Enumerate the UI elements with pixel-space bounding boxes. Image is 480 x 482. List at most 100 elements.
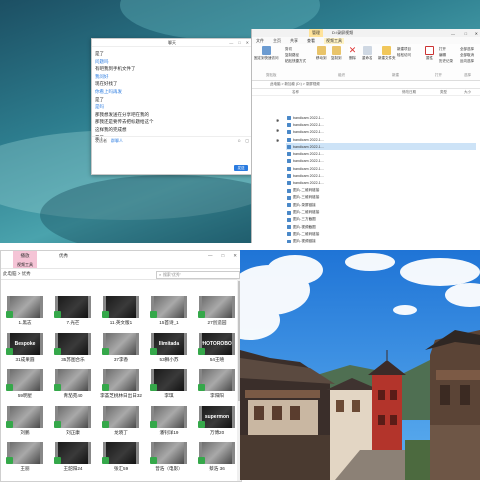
open-button[interactable]: 打开 — [439, 47, 446, 52]
ribbon: 固定到快速访问 剪切 复制路径 粘贴快捷方式 移动到 复制到 ✕ 删除 重命名 新… — [252, 44, 480, 81]
cut-button[interactable]: 剪切 — [285, 47, 292, 52]
file-row[interactable]: 图片-视频截图 — [286, 223, 476, 230]
file-row[interactable]: 图片-二维码链接 — [286, 231, 476, 238]
file-row[interactable]: 图片-二维码链接 — [286, 209, 476, 216]
video-tile[interactable]: 59明星 — [4, 369, 46, 403]
file-row[interactable]: bandicam 2022-1... — [286, 150, 476, 157]
new-folder-button[interactable]: 新建文件夹 — [378, 46, 396, 61]
video-tile[interactable]: 刘鹏 — [4, 405, 46, 440]
paste-shortcut-button[interactable]: 粘贴快捷方式 — [285, 59, 306, 64]
maximize-icon[interactable]: □ — [238, 40, 240, 45]
tab-view[interactable]: 查看 — [307, 38, 315, 44]
file-row[interactable]: 图片-二维码链接 — [286, 187, 476, 194]
search-input[interactable]: ⌕ 搜索"优秀" — [156, 271, 240, 279]
video-tile[interactable]: supermon 万傅20 — [196, 405, 238, 440]
maximize-icon[interactable]: □ — [222, 253, 225, 259]
column-name[interactable]: 名称 — [292, 90, 299, 95]
video-tile[interactable]: Ilimitada 53狮小苏 — [148, 332, 190, 367]
address-bar[interactable]: 此电脑 > 新加卷 (D:) > 录屏视频 — [252, 81, 480, 89]
video-tile[interactable]: 1.黑志 — [4, 296, 46, 330]
copy-path-button[interactable]: 复制路径 — [285, 53, 299, 58]
maximize-icon[interactable]: □ — [465, 31, 467, 36]
video-file-icon — [287, 152, 291, 157]
video-tile[interactable]: 青茄苑40 — [52, 369, 94, 403]
video-tile[interactable]: 15首诗_1 — [148, 296, 190, 330]
video-tile[interactable]: 刘正康 — [52, 405, 94, 440]
tab-video-tools[interactable]: 视频工具 — [324, 37, 344, 44]
close-icon[interactable]: ✕ — [233, 253, 237, 259]
video-tile[interactable]: PHOTOROBOT 54王嘻 — [196, 332, 238, 367]
select-none-button[interactable]: 全部取消 — [460, 53, 474, 58]
play-tab[interactable]: 播放 — [13, 251, 37, 261]
file-row[interactable]: bandicam 2022-1... — [286, 158, 476, 165]
file-row[interactable]: bandicam 2022-1... — [286, 143, 476, 151]
video-tile[interactable]: 7.光芒 — [52, 296, 94, 330]
file-row[interactable]: 图片-三方截图 — [286, 216, 476, 223]
video-tile[interactable]: Bespoke 31成果圆 — [4, 332, 46, 367]
rename-button[interactable]: 重命名 — [362, 46, 373, 61]
group-member-link[interactable]: 群聊人 — [111, 138, 123, 144]
video-tile[interactable]: 潘钊洋19 — [148, 405, 190, 440]
video-file-icon — [287, 217, 291, 222]
column-type[interactable]: 类型 — [440, 90, 447, 95]
search-placeholder: 搜索"优秀" — [163, 272, 182, 277]
address-bar[interactable]: 此电脑 > 优秀 ⌕ 搜索"优秀" — [1, 268, 241, 280]
file-row[interactable]: bandicam 2022-1... — [286, 114, 476, 121]
video-tools-tab[interactable]: 视频工具 — [13, 261, 37, 268]
video-label: 35苏图合乐 — [61, 356, 85, 362]
new-item-button[interactable]: 新建项目 — [397, 47, 411, 52]
close-icon[interactable]: ✕ — [246, 40, 249, 45]
file-row[interactable]: bandicam 2022-1... — [286, 121, 476, 128]
select-all-button[interactable]: 全部选择 — [460, 47, 474, 52]
pin-button[interactable]: 固定到快速访问 — [254, 46, 279, 61]
minimize-icon[interactable]: — — [208, 253, 213, 259]
file-row[interactable]: 图片-三维码链接 — [286, 194, 476, 201]
video-tile[interactable]: 35苏图合乐 — [52, 332, 94, 367]
send-button[interactable]: 发送 — [234, 165, 248, 171]
video-tile[interactable]: 龙晓丁 — [100, 405, 142, 440]
copy-to-button[interactable]: 复制到 — [331, 46, 342, 61]
minimize-icon[interactable]: — — [451, 31, 455, 36]
edit-button[interactable]: 编辑 — [439, 53, 446, 58]
close-icon[interactable]: ✕ — [475, 31, 478, 36]
file-row[interactable]: bandicam 2022-1... — [286, 136, 476, 143]
video-file-icon — [287, 195, 291, 200]
minimize-icon[interactable]: — — [229, 40, 233, 45]
media-player-icon — [198, 347, 205, 355]
column-date[interactable]: 修改日期 — [402, 90, 416, 95]
video-tile[interactable]: 李荟芝桃林日出日32 — [100, 369, 142, 403]
tab-home[interactable]: 主页 — [273, 38, 281, 44]
video-tile[interactable]: 王丽 — [4, 442, 46, 476]
ribbon-subtabs: 视频工具 — [1, 261, 241, 268]
history-button[interactable]: 历史记录 — [439, 59, 453, 64]
tab-file[interactable]: 文件 — [256, 38, 264, 44]
invert-selection-button[interactable]: 反向选择 — [460, 59, 474, 64]
column-size[interactable]: 大小 — [464, 90, 471, 95]
video-tile[interactable]: 李阳阳 — [196, 369, 238, 403]
video-tile[interactable]: 27创造园 — [196, 296, 238, 330]
video-tile[interactable]: 李琪 — [148, 369, 190, 403]
file-row[interactable]: bandicam 2022-1... — [286, 129, 476, 136]
file-row[interactable]: 图片-视频链接 — [286, 238, 476, 243]
file-row[interactable]: bandicam 2022-1... — [286, 180, 476, 187]
tab-share[interactable]: 共享 — [290, 38, 298, 44]
video-tile[interactable]: 11.英文版1 — [100, 296, 142, 330]
video-label: 59明星 — [17, 393, 33, 398]
video-tile[interactable]: 蔡浩 36 — [196, 442, 238, 476]
emoji-icon[interactable]: ☺ — [237, 138, 241, 143]
video-tile[interactable]: 曾浩（电影） — [148, 442, 190, 476]
file-row[interactable]: 图片-录屏链接 — [286, 202, 476, 209]
video-tile[interactable]: 张汇59 — [100, 442, 142, 476]
easy-access-button[interactable]: 轻松访问 — [397, 53, 411, 58]
copy-to-label: 复制到 — [331, 56, 342, 60]
attachment-icon[interactable]: ▢ — [245, 138, 249, 143]
file-row[interactable]: bandicam 2022-1... — [286, 172, 476, 179]
video-tile[interactable]: 37李香 — [100, 332, 142, 367]
ribbon-tabs: 文件 主页 共享 查看 视频工具 — [252, 37, 480, 44]
delete-button[interactable]: ✕ 删除 — [348, 46, 357, 61]
move-to-button[interactable]: 移动到 — [316, 46, 327, 61]
properties-button[interactable]: 属性 — [425, 46, 434, 61]
manage-tab[interactable]: 管理 — [309, 29, 323, 37]
file-row[interactable]: bandicam 2022-1... — [286, 165, 476, 172]
video-tile[interactable]: 王韶阳24 — [52, 442, 94, 476]
